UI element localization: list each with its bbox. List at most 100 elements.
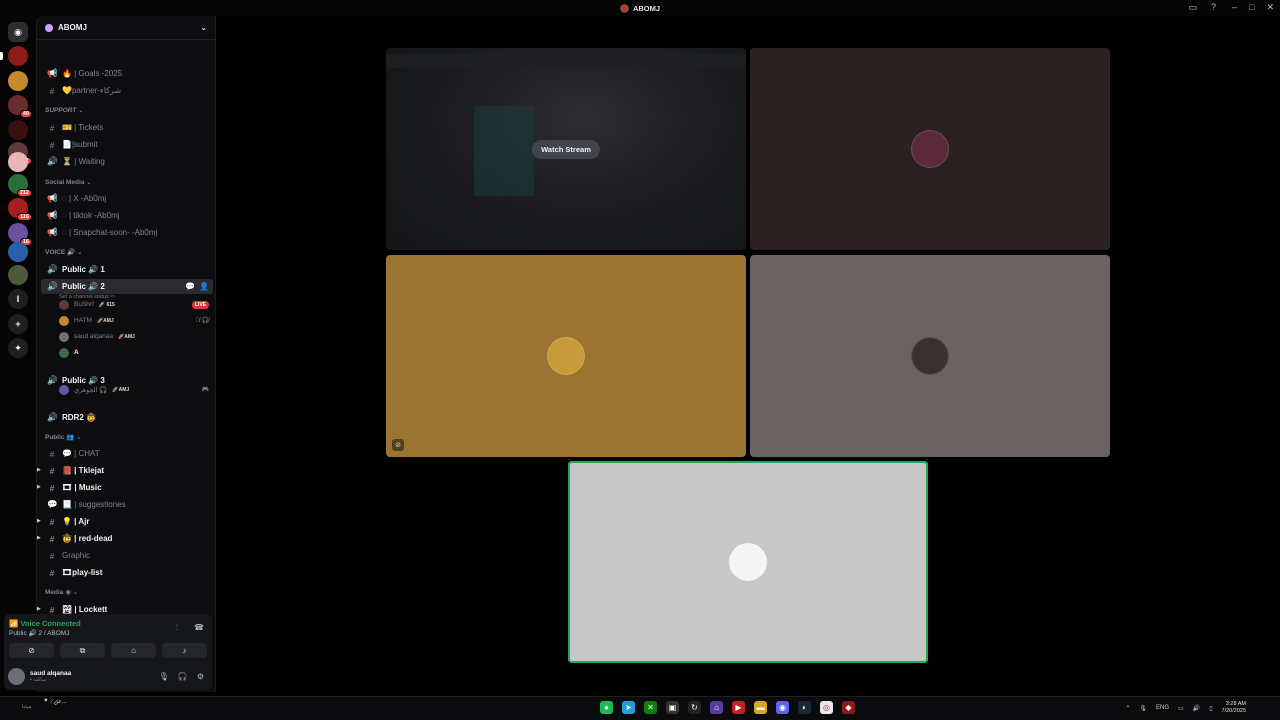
screen-share-button[interactable]: ⧉	[60, 643, 105, 658]
sync-icon[interactable]: ↻	[688, 701, 701, 714]
channel-item[interactable]: 📢 ◌ | Snapchat-soon- -Ab0mj	[41, 225, 213, 240]
server-icon-discover[interactable]: ✦	[8, 338, 28, 358]
voice-member[interactable]: BuShrf 🚀 615 LIVE	[59, 298, 209, 311]
server-icon-discord-home[interactable]: ◉	[8, 22, 28, 42]
avatar	[911, 337, 949, 375]
avatar	[59, 331, 69, 342]
channel-item[interactable]: # 🎞 | Music	[41, 480, 213, 495]
mic-tray-icon[interactable]: 🎙	[1139, 705, 1147, 712]
participant-tile-anime[interactable]	[750, 255, 1110, 457]
network-icon[interactable]: ▭	[1178, 705, 1184, 712]
server-icon-add-server[interactable]: +	[8, 314, 28, 334]
inbox-icon[interactable]: ▭	[1188, 2, 1197, 13]
discord-icon[interactable]: ◉	[776, 701, 789, 714]
watch-stream-button[interactable]: Watch Stream	[532, 139, 600, 159]
chevron-down-icon[interactable]: ⌄	[200, 23, 207, 32]
noise-suppression-icon[interactable]: ⫶	[176, 623, 178, 633]
help-icon[interactable]: ?	[1211, 2, 1216, 13]
category-header[interactable]: Public 👥 ⌄	[45, 433, 82, 441]
media-icon[interactable]: ▶	[732, 701, 745, 714]
speaker-icon: 🔊	[47, 156, 58, 166]
chevron-up-icon[interactable]: ⌃	[1125, 705, 1130, 712]
participant-tile-hatm[interactable]: ⊘	[386, 255, 746, 457]
server-icon-server-8[interactable]: 116	[8, 198, 32, 221]
stream-tile[interactable]: Watch Stream	[386, 48, 746, 250]
channel-item[interactable]: 📢 ◌ | X -Ab0mj	[41, 191, 213, 206]
minimize-button[interactable]: –	[1232, 2, 1237, 13]
server-icon-server-6[interactable]	[8, 152, 28, 172]
voice-member[interactable]: الجوهري 🎧 🚀AMJ 🎮	[59, 383, 209, 396]
channel-item[interactable]: 🔊 RDR2 🤠	[41, 410, 213, 425]
channel-item[interactable]: 🔊 Public 🔊 2 💬 👤	[41, 279, 213, 294]
mention-badge: 116	[17, 213, 32, 221]
gear-icon[interactable]: ⚙	[197, 672, 204, 681]
channel-item[interactable]: # 💬 | CHAT	[41, 446, 213, 461]
disconnect-icon[interactable]: ☎	[194, 623, 204, 632]
battery-icon[interactable]: ▯	[1209, 705, 1212, 712]
voice-member[interactable]: A	[59, 346, 209, 359]
telegram-icon[interactable]: ➤	[622, 701, 635, 714]
category-header[interactable]: Social Media ⌄	[45, 178, 92, 186]
now-playing[interactable]: ♥ ع̷ن̷...	[44, 697, 294, 705]
headphones-icon[interactable]: 🎧	[178, 672, 188, 681]
language-indicator[interactable]: ENG	[1156, 705, 1169, 711]
channel-item[interactable]: 📢 ◌ | tiktok -Ab0mj	[41, 208, 213, 223]
activity-button[interactable]: ⌂	[111, 643, 156, 658]
soundboard-button[interactable]: ♪	[162, 643, 207, 658]
server-icon-server-12[interactable]: l	[8, 289, 28, 309]
participant-tile-self[interactable]	[568, 461, 928, 663]
category-header[interactable]: VOICE 🔊 ⌄	[45, 248, 82, 256]
avatar	[911, 130, 949, 168]
active-server-indicator	[0, 52, 3, 60]
category-header[interactable]: SUPPORT ⌄	[45, 106, 84, 114]
channel-item[interactable]: 📢 🔥 | Goals -2025	[41, 66, 213, 81]
server-icon-abomj[interactable]	[8, 46, 28, 66]
server-icon-server-11[interactable]	[8, 265, 28, 285]
camera-toggle-button[interactable]: ⊘	[9, 643, 54, 658]
server-icon-server-2[interactable]	[8, 71, 28, 91]
channel-item[interactable]: # 🎫 | Tickets	[41, 120, 213, 135]
server-icon-server-7[interactable]: 212	[8, 174, 32, 197]
steam-icon[interactable]: ◐	[798, 701, 811, 714]
chrome-icon[interactable]: ◎	[820, 701, 833, 714]
voice-member[interactable]: saud alqanaa 🚀AMJ	[59, 330, 209, 343]
channel-item[interactable]: # Graphic	[41, 548, 213, 563]
server-icon-server-4[interactable]	[8, 120, 28, 140]
spotify-icon[interactable]: ●	[600, 701, 613, 714]
channel-item[interactable]: # 🤠 | red-dead	[41, 531, 213, 546]
guild-header[interactable]: ABOMJ ⌄	[37, 16, 215, 40]
system-tray: ⌃ 🎙 ENG ▭ 🔊 ▯ 3:28 AM 7/20/2025	[1125, 701, 1246, 715]
server-icon-server-3[interactable]: 40	[8, 95, 32, 118]
gamepad-icon[interactable]: ⌂	[710, 701, 723, 714]
channel-item[interactable]: # 💡 | Ajr	[41, 514, 213, 529]
channel-item[interactable]: 🔊 ⏳ | Waiting	[41, 154, 213, 169]
abomj-app-icon[interactable]: ◆	[842, 701, 855, 714]
chat-icon[interactable]: 💬	[185, 282, 195, 291]
participant-tile-bushrf[interactable]	[750, 48, 1110, 250]
channel-item[interactable]: # 🎞play-list	[41, 565, 213, 580]
clock[interactable]: 3:28 AM 7/20/2025	[1222, 701, 1246, 715]
avatar	[59, 299, 69, 310]
volume-icon[interactable]: 🔊	[1193, 705, 1200, 712]
channel-item[interactable]: 🔊 Public 🔊 1	[41, 262, 213, 277]
folder-icon[interactable]: ▬	[754, 701, 767, 714]
channel-item[interactable]: # 📄|submit	[41, 137, 213, 152]
category-header[interactable]: Media ◉ ⌄	[45, 588, 78, 596]
mic-icon[interactable]: 🎙	[159, 672, 169, 681]
channel-item[interactable]: # 📕 | Tklejat	[41, 463, 213, 478]
avatar[interactable]	[8, 667, 25, 685]
server-icon-server-10[interactable]	[8, 242, 28, 262]
xbox-icon[interactable]: ✕	[644, 701, 657, 714]
voice-location[interactable]: Public 🔊 2 / ABOMJ	[9, 629, 69, 637]
channel-item[interactable]: # 💛partner-شركاء	[41, 83, 213, 98]
channel-item[interactable]: 💬 📃 | suggestiones	[41, 497, 213, 512]
chevron-right-icon: ▶	[37, 518, 41, 524]
close-button[interactable]: ✕	[1266, 2, 1274, 13]
voice-member[interactable]: HATM 🚀AMJ 🎙̸ 🎧̸	[59, 314, 209, 327]
capcut-icon[interactable]: ▣	[666, 701, 679, 714]
invite-icon[interactable]: 👤	[199, 282, 209, 291]
taskbar-widget[interactable]: ميتنا	[22, 704, 32, 710]
maximize-button[interactable]: □	[1249, 2, 1254, 13]
member-name: الجوهري 🎧	[74, 386, 108, 394]
server-icon-server-9[interactable]: 16	[8, 223, 32, 246]
